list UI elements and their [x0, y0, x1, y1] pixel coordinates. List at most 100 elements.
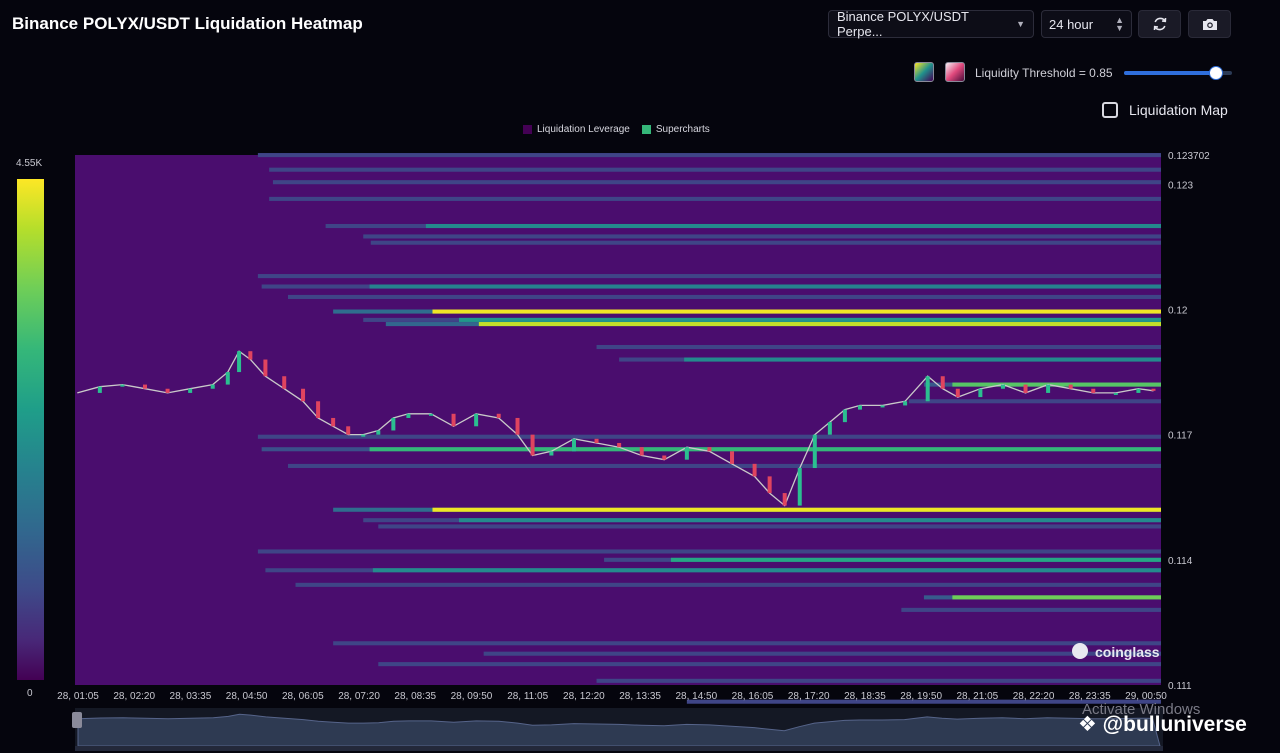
liquidation-band [287, 294, 1161, 299]
x-tick-label: 28, 18:35 [844, 691, 886, 702]
price-candle [857, 405, 862, 410]
y-tick-label: 0.123 [1168, 180, 1193, 191]
price-candle [376, 430, 381, 435]
liquidation-band [908, 399, 1161, 404]
x-tick-label: 28, 06:05 [282, 691, 324, 702]
price-candle [549, 451, 554, 456]
price-candle [97, 386, 102, 393]
coinglass-logo-icon [1072, 643, 1088, 659]
liquidation-band-core [432, 309, 1162, 314]
x-tick-label: 28, 19:50 [900, 691, 942, 702]
price-candle [827, 422, 832, 435]
liquidation-band [378, 524, 1161, 529]
price-candle [515, 417, 520, 435]
x-tick-label: 28, 09:50 [451, 691, 493, 702]
x-tick-label: 28, 11:05 [507, 691, 548, 702]
liquidation-heatmap-chart: 0.123702 0.123 0.12 0.117 0.114 0.111 28, 01:0… [57, 151, 1210, 751]
price-candle [880, 405, 885, 408]
liquidation-band [287, 463, 1161, 468]
liquidation-band-core [670, 557, 1161, 562]
navigator-handle-left [72, 712, 82, 728]
price-candle [391, 417, 396, 431]
liquidation-band [483, 651, 1161, 656]
liquidation-band-core [425, 223, 1161, 229]
y-tick-label: 0.117 [1168, 431, 1193, 442]
price-candle [1091, 388, 1096, 393]
price-candle [1023, 384, 1028, 393]
price-candle [301, 388, 306, 402]
liquidation-band [333, 641, 1161, 646]
y-tick-label: 0.12 [1168, 305, 1188, 316]
liquidation-band [378, 662, 1161, 667]
liquidation-band [295, 582, 1161, 587]
x-tick-label: 28, 02:20 [113, 691, 155, 702]
liquidation-band [257, 274, 1162, 279]
coinglass-watermark: coinglass [1095, 644, 1160, 660]
price-candle [842, 409, 847, 423]
price-candle [797, 468, 802, 506]
price-candle [263, 359, 268, 377]
price-candle [530, 434, 535, 456]
liquidation-band [596, 344, 1161, 350]
liquidation-band [596, 678, 1161, 683]
liquidation-band [257, 434, 1162, 439]
price-candle [767, 476, 772, 494]
price-candle [1000, 384, 1005, 389]
price-candle [142, 384, 147, 389]
price-candle [316, 401, 321, 418]
x-tick-label: 28, 14:50 [675, 691, 717, 702]
price-candle [1151, 388, 1156, 391]
liquidation-band-core [684, 357, 1161, 362]
price-candle [331, 417, 336, 427]
x-tick-label: 28, 17:20 [788, 691, 830, 702]
navigator-scrollbar [75, 746, 1163, 751]
price-candle [639, 447, 644, 456]
binance-logo-icon: ❖ [1078, 713, 1097, 736]
price-candle [978, 388, 983, 398]
liquidation-band [370, 240, 1161, 245]
price-candle [617, 442, 622, 448]
price-candle [752, 463, 757, 477]
x-tick-label: 28, 03:35 [170, 691, 212, 702]
price-candle [730, 451, 735, 464]
liquidation-band [257, 153, 1162, 158]
price-candle [165, 388, 170, 393]
price-candle [925, 376, 930, 402]
liquidation-band-core [458, 518, 1161, 523]
liquidation-band-core [458, 317, 1161, 322]
x-tick-label: 28, 04:50 [226, 691, 268, 702]
price-candle [406, 413, 411, 418]
price-candle [903, 401, 908, 406]
x-tick-label: 28, 07:20 [338, 691, 380, 702]
price-candle [451, 413, 456, 427]
price-candle [428, 413, 433, 416]
liquidation-band [269, 196, 1161, 201]
price-candle [684, 447, 689, 460]
price-candle [474, 413, 479, 427]
price-candle [210, 384, 215, 389]
handle-text: @bulluniverse [1102, 713, 1247, 736]
x-tick-label: 28, 22:20 [1013, 691, 1055, 702]
price-candle [812, 434, 817, 469]
price-candle [225, 372, 230, 385]
y-tick-label: 0.111 [1168, 681, 1192, 692]
handle-watermark: ❖ @bulluniverse [1078, 712, 1247, 737]
price-candle [361, 434, 366, 437]
x-tick-label: 28, 13:35 [619, 691, 661, 702]
liquidation-band-core [952, 595, 1161, 600]
y-tick-label: 0.114 [1168, 556, 1193, 567]
price-candle [594, 438, 599, 443]
price-candle [1046, 384, 1051, 393]
price-candle [955, 388, 960, 398]
price-candle [496, 413, 501, 418]
price-candle [940, 376, 945, 389]
price-candle [571, 438, 576, 452]
price-candle [782, 493, 787, 506]
liquidation-band-core [369, 447, 1161, 452]
price-candle [707, 447, 712, 452]
price-candle [188, 388, 193, 393]
x-tick-label: 28, 01:05 [57, 691, 99, 702]
price-candle [1136, 388, 1141, 393]
liquidation-band [257, 549, 1162, 554]
x-tick-label: 28, 12:20 [563, 691, 605, 702]
